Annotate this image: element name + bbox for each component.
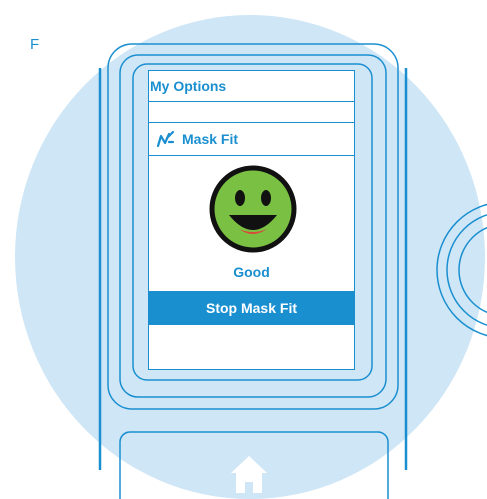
- fit-status-text: Good: [233, 264, 270, 280]
- dial-outer: [436, 203, 487, 337]
- stop-mask-fit-button[interactable]: Stop Mask Fit: [148, 291, 355, 325]
- dial-inner: [446, 214, 487, 326]
- dial-core: [458, 226, 487, 314]
- divider: [149, 101, 354, 102]
- menu-item-label: Mask Fit: [182, 131, 239, 147]
- home-icon[interactable]: [229, 453, 269, 493]
- mask-fit-icon: [156, 130, 175, 148]
- menu-item-mask-fit[interactable]: Mask Fit: [149, 123, 354, 155]
- device-screen: My Options Mask Fit Good Stop Mask Fit: [148, 70, 355, 370]
- smiley-face-icon: [209, 165, 297, 253]
- screen-title: My Options: [150, 78, 227, 94]
- divider: [149, 155, 354, 156]
